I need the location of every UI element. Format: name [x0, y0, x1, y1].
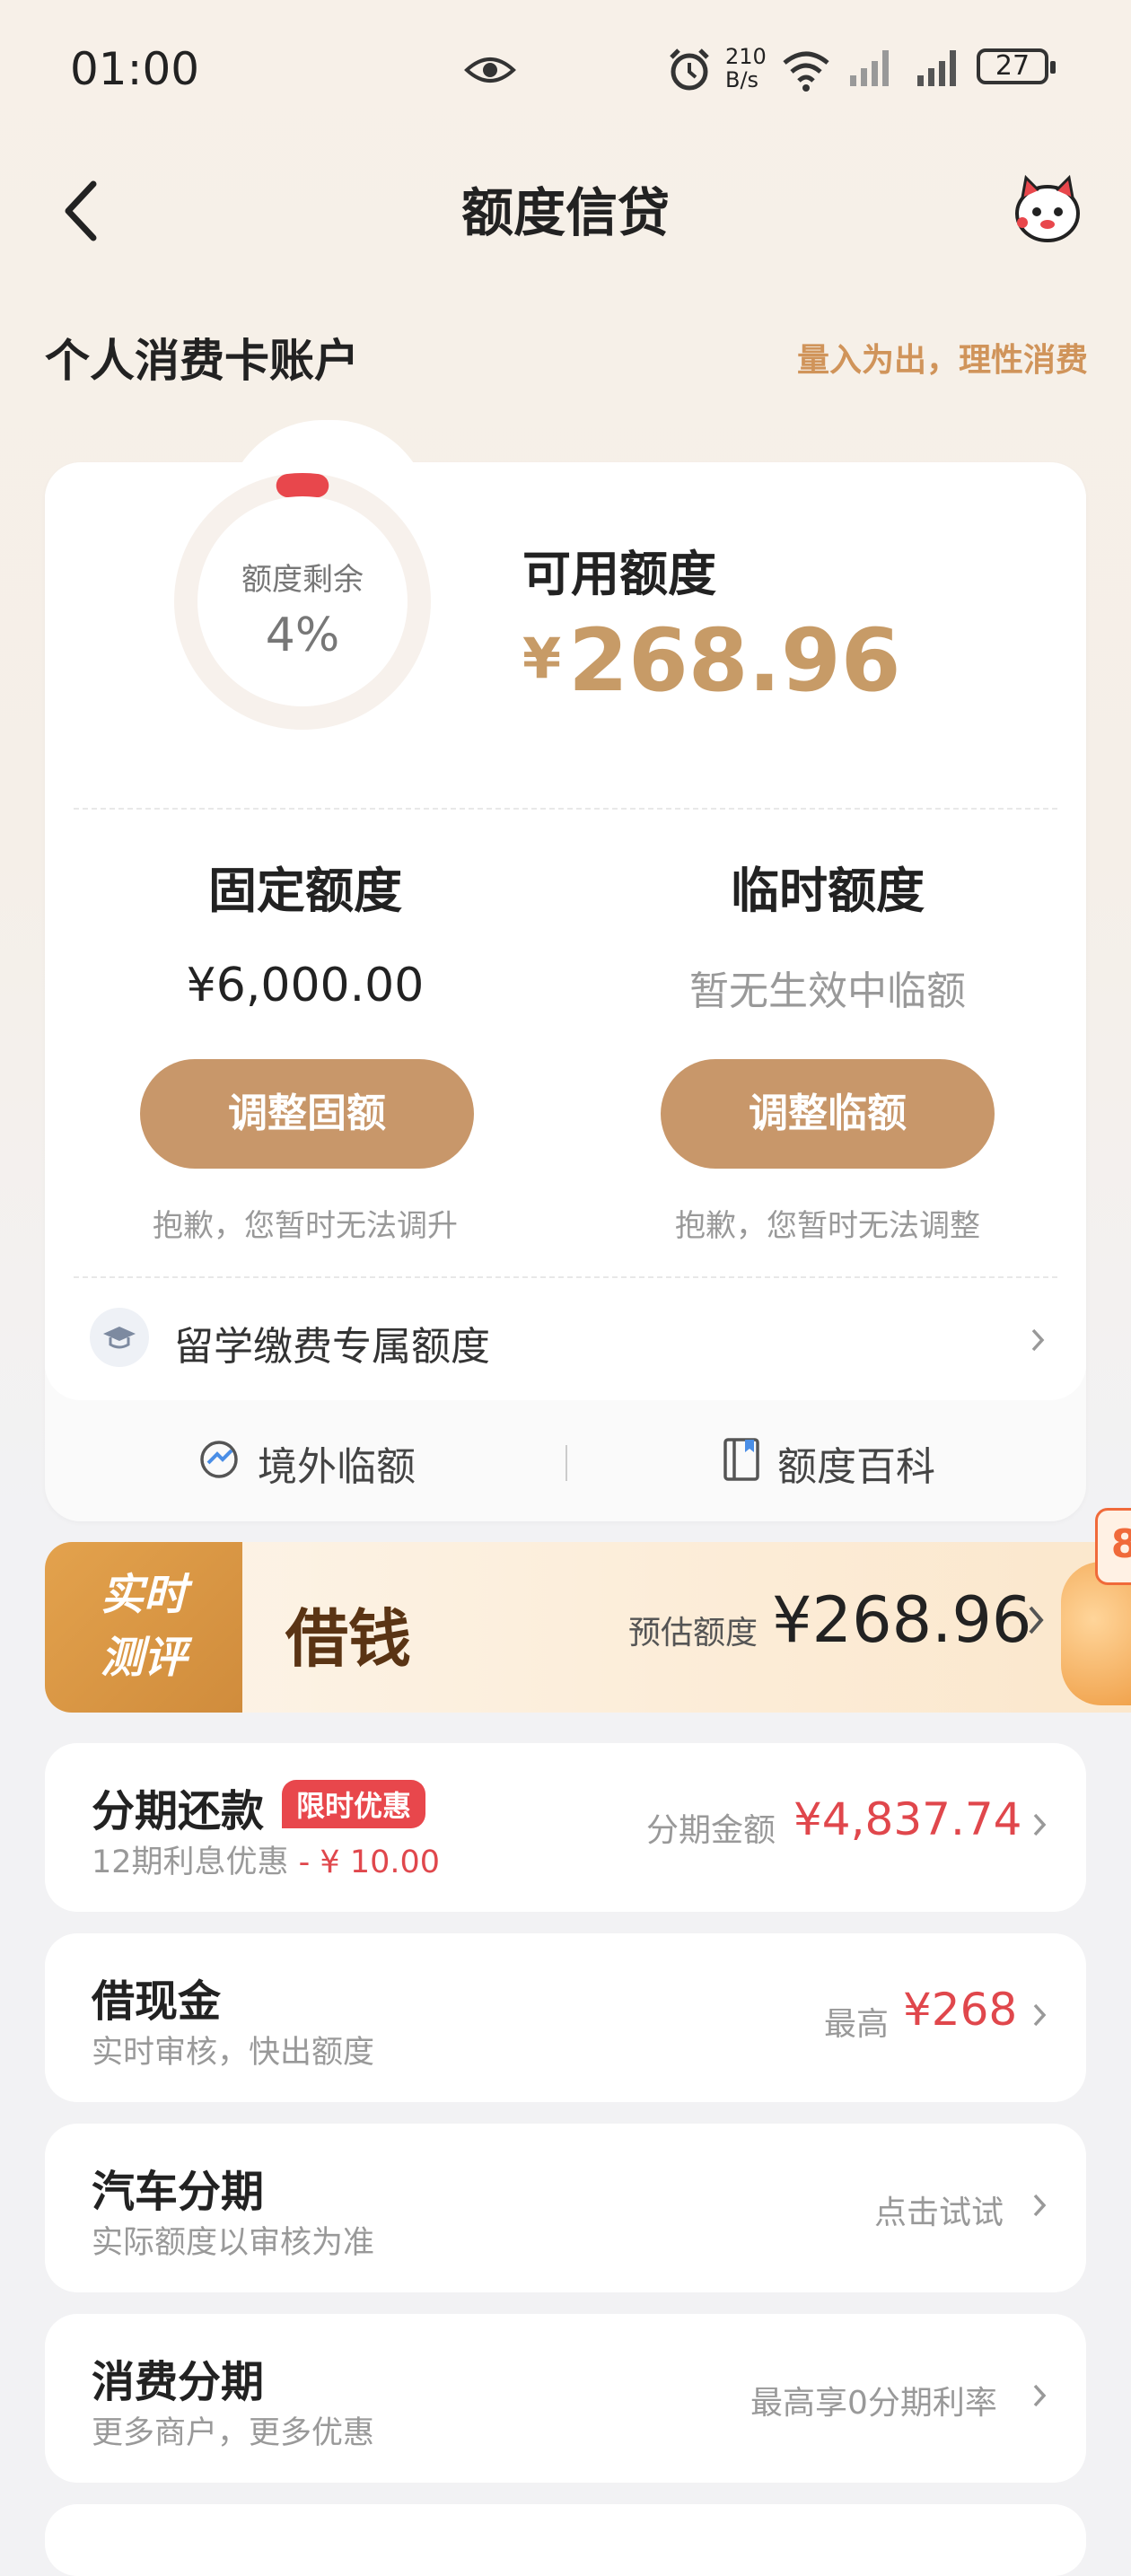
- fixed-credit-note: 抱歉，您暂时无法调升: [153, 1208, 458, 1244]
- wifi-icon: [783, 51, 829, 92]
- sub-text: 12期利息优惠: [92, 1844, 289, 1880]
- eye-icon: [464, 57, 516, 83]
- temp-credit-title: 临时额度: [731, 863, 925, 919]
- auto-installment-sub: 实际额度以审核为准: [92, 2225, 375, 2261]
- consumer-installment-title: 消费分期: [92, 2357, 265, 2407]
- chevron-right-icon: [1033, 1813, 1047, 1836]
- installment-repay-title: 分期还款: [92, 1786, 265, 1836]
- installment-amount-value: ¥4,837.74: [793, 1793, 1022, 1845]
- tag-line-2: 测评: [100, 1633, 187, 1683]
- battery-icon: 27: [977, 48, 1056, 84]
- signal-icon: [917, 50, 956, 86]
- divider: [74, 808, 1057, 810]
- borrow-title: 借钱: [285, 1601, 411, 1676]
- installment-amount-label: 分期金额: [646, 1812, 776, 1849]
- auto-installment-title: 汽车分期: [92, 2167, 265, 2217]
- temp-credit-note: 抱歉，您暂时无法调整: [675, 1208, 980, 1244]
- cash-loan-max-value: ¥268: [903, 1984, 1018, 2036]
- adjust-temp-button[interactable]: 调整临额: [661, 1059, 995, 1169]
- cash-loan-max-label: 最高: [824, 2006, 890, 2043]
- net-speed-value: 210: [725, 44, 767, 69]
- slogan: 量入为出，理性消费: [796, 342, 1088, 379]
- cash-loan-sub: 实时审核，快出额度: [92, 2035, 375, 2071]
- realtime-eval-tag-text: 实时 测评: [63, 1564, 224, 1689]
- chevron-right-icon: [1033, 2194, 1047, 2217]
- net-speed-unit: B/s: [725, 67, 759, 92]
- zero-rate-label: 最高享0分期利率: [750, 2385, 997, 2422]
- installment-repay-sub: 12期利息优惠 - ¥ 10.00: [92, 1836, 440, 1882]
- available-credit-value: ¥268.96: [522, 610, 901, 711]
- ring-label: 额度剩余: [241, 562, 364, 598]
- chevron-right-icon: [1033, 2003, 1047, 2027]
- signal-icon: [850, 50, 889, 86]
- list-item[interactable]: [45, 2504, 1086, 2576]
- ring-percent: 4%: [265, 609, 340, 662]
- cash-loan-title: 借现金: [92, 1976, 222, 2027]
- alarm-icon: [670, 48, 709, 91]
- ring-progress-arc: [276, 473, 329, 498]
- adjust-fixed-button[interactable]: 调整固额: [140, 1059, 474, 1169]
- fixed-credit-value: ¥6,000.00: [186, 959, 425, 1012]
- chevron-right-icon: [1031, 1328, 1045, 1352]
- available-credit-label: 可用额度: [522, 546, 716, 602]
- status-bar: 01:00 210 B/s 27: [0, 36, 1131, 108]
- fixed-credit-title: 固定额度: [208, 863, 402, 919]
- tag-line-1: 实时: [100, 1570, 187, 1620]
- overseas-credit-icon: [200, 1441, 238, 1478]
- net-speed: 210 B/s: [725, 45, 767, 92]
- page-title: 额度信贷: [460, 182, 670, 243]
- credit-wiki-link[interactable]: 额度百科: [777, 1434, 935, 1492]
- currency-symbol: ¥: [522, 626, 562, 691]
- consumer-installment-sub: 更多商户，更多优惠: [92, 2415, 375, 2451]
- discount-amount: - ¥ 10.00: [288, 1844, 441, 1880]
- status-time: 01:00: [70, 43, 200, 95]
- temp-credit-value: 暂无生效中临额: [689, 968, 966, 1014]
- credit-remaining-ring: [174, 473, 431, 730]
- mascot-icon[interactable]: [1010, 171, 1086, 247]
- chevron-right-icon: [1033, 2384, 1047, 2407]
- footer-divider: [566, 1445, 567, 1481]
- book-icon: [723, 1438, 759, 1481]
- try-it-label: 点击试试: [874, 2195, 1004, 2231]
- study-abroad-credit-label: 留学缴费专属额度: [174, 1324, 490, 1370]
- promo-badge: 8: [1095, 1508, 1131, 1585]
- graduation-cap-icon: [90, 1308, 149, 1367]
- limited-offer-badge: 限时优惠: [282, 1780, 426, 1828]
- estimate-value: ¥268.96: [772, 1583, 1032, 1657]
- chevron-right-icon: [1029, 1606, 1044, 1634]
- account-title: 个人消费卡账户: [45, 335, 359, 387]
- overseas-credit-link[interactable]: 境外临额: [258, 1434, 416, 1492]
- available-amount: 268.96: [568, 610, 901, 711]
- estimate-label: 预估额度: [628, 1615, 758, 1652]
